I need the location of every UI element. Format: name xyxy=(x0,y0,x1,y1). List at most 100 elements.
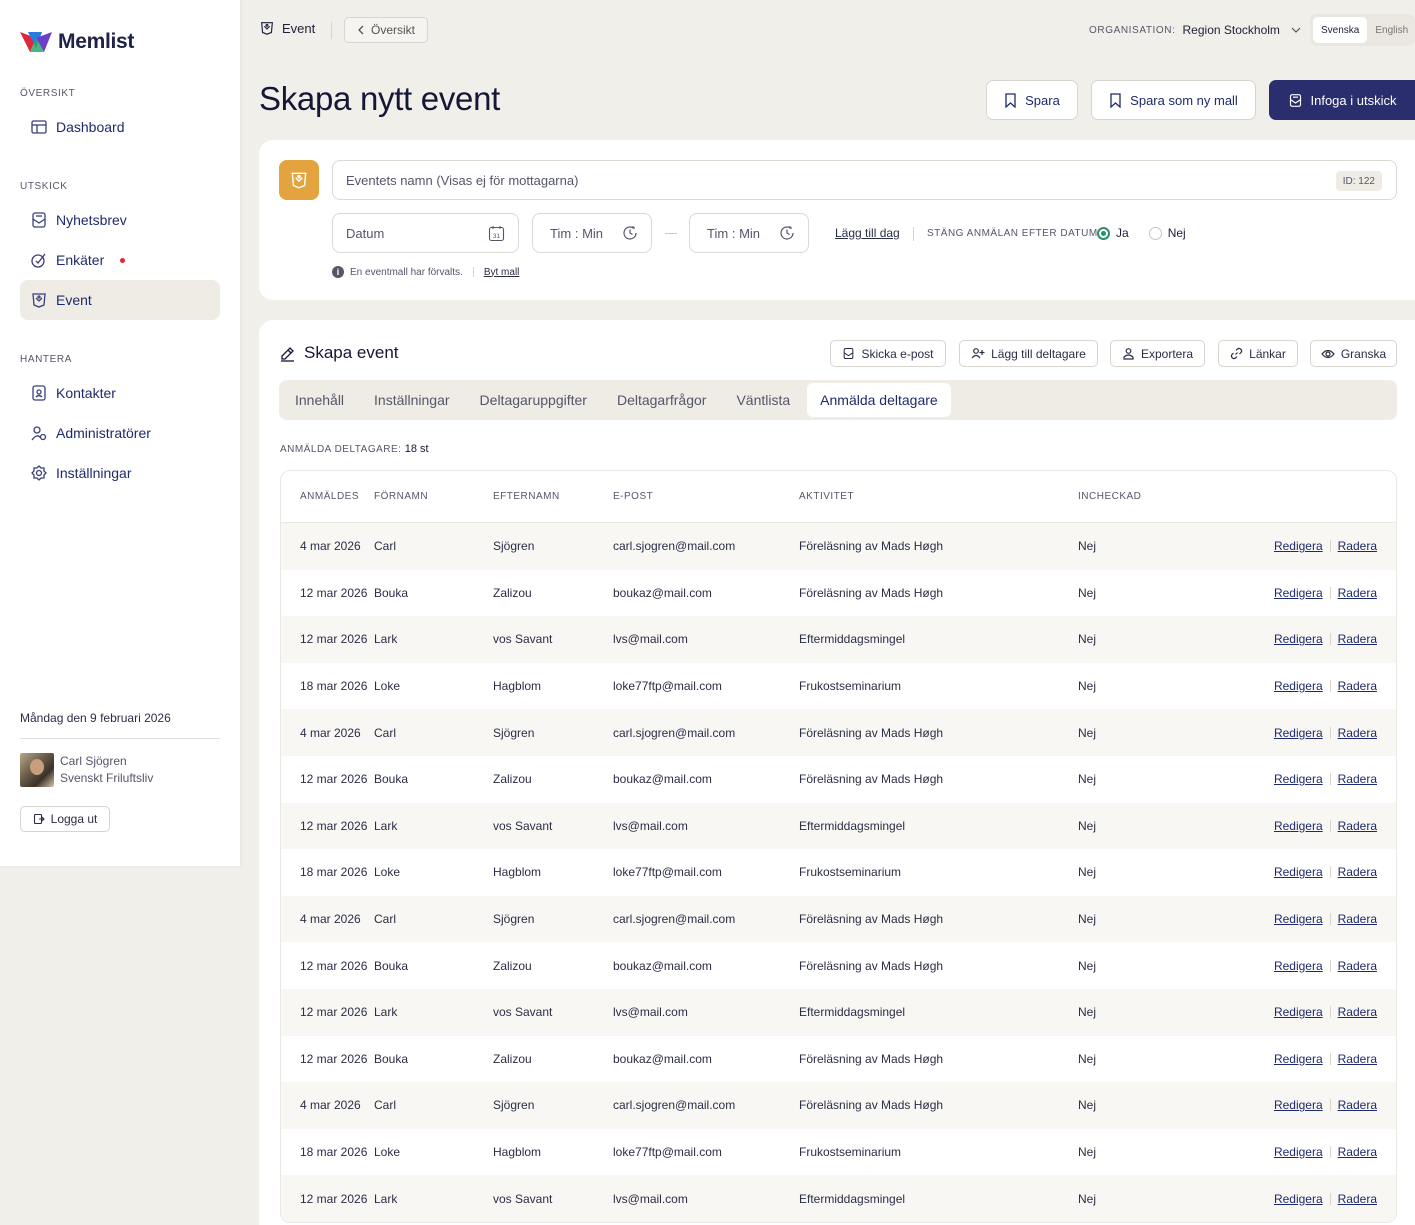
field-separator xyxy=(913,227,914,241)
edit-link[interactable]: Redigera xyxy=(1274,1145,1323,1159)
add-participant-button[interactable]: Lägg till deltagare xyxy=(959,340,1098,367)
date-field[interactable]: Datum 31 xyxy=(332,213,519,253)
app-logo[interactable]: Memlist xyxy=(20,30,134,54)
sidebar-item-contacts[interactable]: Kontakter xyxy=(20,373,220,413)
delete-link[interactable]: Radera xyxy=(1338,912,1377,926)
tab-participant-details[interactable]: Deltagaruppgifter xyxy=(467,383,600,417)
cell-registered-date: 4 mar 2026 xyxy=(300,539,361,554)
tab-participant-questions[interactable]: Deltagarfrågor xyxy=(604,383,720,417)
export-button[interactable]: Exportera xyxy=(1110,340,1205,367)
row-actions: Redigera Radera xyxy=(1178,959,1396,973)
event-icon xyxy=(32,293,46,308)
edit-link[interactable]: Redigera xyxy=(1274,632,1323,646)
delete-link[interactable]: Radera xyxy=(1338,1052,1377,1066)
cell-last-name: Sjögren xyxy=(493,912,535,927)
delete-link[interactable]: Radera xyxy=(1338,959,1377,973)
cell-checked-in: Nej xyxy=(1078,539,1097,554)
add-day-link[interactable]: Lägg till dag xyxy=(835,226,900,240)
logout-label: Logga ut xyxy=(50,812,98,826)
cell-first-name: Loke xyxy=(374,679,401,694)
insert-into-mailing-button[interactable]: Infoga i utskick xyxy=(1269,80,1415,120)
edit-link[interactable]: Redigera xyxy=(1274,1098,1323,1112)
delete-link[interactable]: Radera xyxy=(1338,1192,1377,1206)
tab-waitlist[interactable]: Väntlista xyxy=(723,383,803,417)
radio-no[interactable] xyxy=(1148,226,1162,240)
info-separator xyxy=(472,267,474,277)
breadcrumb-label: Event xyxy=(282,20,316,36)
save-button[interactable]: Spara xyxy=(986,80,1078,120)
lang-svenska[interactable]: Svenska xyxy=(1313,17,1368,43)
start-time-field[interactable]: Tim : Min xyxy=(532,213,652,253)
date-placeholder: Datum xyxy=(346,225,385,241)
save-template-label: Spara som ny mall xyxy=(1130,92,1238,108)
column-header-checked-in[interactable]: INCHECKAD xyxy=(1078,491,1178,502)
cell-last-name: Hagblom xyxy=(493,1145,542,1160)
event-icon xyxy=(261,22,273,35)
logout-button[interactable]: Logga ut xyxy=(20,806,110,832)
edit-link[interactable]: Redigera xyxy=(1274,819,1323,833)
delete-link[interactable]: Radera xyxy=(1338,632,1377,646)
edit-link[interactable]: Redigera xyxy=(1274,726,1323,740)
organization-selector[interactable]: ORGANISATION: Region Stockholm xyxy=(1089,23,1301,37)
edit-link[interactable]: Redigera xyxy=(1274,1005,1323,1019)
sidebar-item-admins[interactable]: Administratörer xyxy=(20,413,220,453)
radio-yes[interactable] xyxy=(1097,226,1110,240)
participant-count-label: ANMÄLDA DELTAGARE: xyxy=(280,444,402,455)
tab-settings[interactable]: Inställningar xyxy=(361,383,463,417)
delete-link[interactable]: Radera xyxy=(1338,539,1377,553)
review-button[interactable]: Granska xyxy=(1310,340,1397,367)
column-header-last-name[interactable]: EFTERNAMN xyxy=(493,491,613,502)
sidebar-item-newsletter[interactable]: Nyhetsbrev xyxy=(20,200,220,240)
edit-link[interactable]: Redigera xyxy=(1274,772,1323,786)
lang-english[interactable]: English xyxy=(1367,17,1415,43)
links-button[interactable]: Länkar xyxy=(1218,340,1298,367)
edit-link[interactable]: Redigera xyxy=(1274,1052,1323,1066)
sidebar-item-surveys[interactable]: Enkäter xyxy=(20,240,220,280)
column-header-activity[interactable]: AKTIVITET xyxy=(799,491,1078,502)
delete-link[interactable]: Radera xyxy=(1338,772,1377,786)
delete-link[interactable]: Radera xyxy=(1338,1145,1377,1159)
tab-content[interactable]: Innehåll xyxy=(282,383,357,417)
back-to-overview-button[interactable]: Översikt xyxy=(344,17,428,43)
send-email-label: Skicka e-post xyxy=(861,346,934,361)
cell-first-name: Bouka xyxy=(374,958,409,973)
cell-last-name: vos Savant xyxy=(493,1005,553,1020)
sidebar-item-settings[interactable]: Inställningar xyxy=(20,453,220,493)
event-name-input[interactable]: Eventets namn (Visas ej för mottagarna) … xyxy=(332,160,1397,200)
delete-link[interactable]: Radera xyxy=(1338,1005,1377,1019)
sidebar-item-dashboard[interactable]: Dashboard xyxy=(20,107,220,147)
edit-link[interactable]: Redigera xyxy=(1274,865,1323,879)
event-editor-card: Skapa event Skicka e-post Lägg till delt… xyxy=(259,320,1415,1225)
delete-link[interactable]: Radera xyxy=(1338,819,1377,833)
edit-link[interactable]: Redigera xyxy=(1274,586,1323,600)
delete-link[interactable]: Radera xyxy=(1338,1098,1377,1112)
delete-link[interactable]: Radera xyxy=(1338,865,1377,879)
edit-link[interactable]: Redigera xyxy=(1274,1192,1323,1206)
calendar-icon: 31 xyxy=(488,225,505,241)
action-separator xyxy=(1329,633,1331,646)
send-email-button[interactable]: Skicka e-post xyxy=(830,340,946,367)
edit-link[interactable]: Redigera xyxy=(1274,912,1323,926)
column-header-first-name[interactable]: FÖRNAMN xyxy=(374,491,493,502)
save-as-template-button[interactable]: Spara som ny mall xyxy=(1091,80,1256,120)
sidebar-item-event[interactable]: Event xyxy=(20,280,220,320)
tab-registered-participants[interactable]: Anmälda deltagare xyxy=(807,383,951,417)
delete-link[interactable]: Radera xyxy=(1338,679,1377,693)
edit-link[interactable]: Redigera xyxy=(1274,539,1323,553)
edit-link[interactable]: Redigera xyxy=(1274,959,1323,973)
org-label: ORGANISATION: xyxy=(1089,24,1176,36)
change-template-link[interactable]: Byt mall xyxy=(484,267,520,278)
app-name: Memlist xyxy=(58,30,135,53)
cell-activity: Föreläsning av Mads Høgh xyxy=(799,912,944,927)
cell-checked-in: Nej xyxy=(1078,818,1097,833)
column-header-registered[interactable]: ANMÄLDES xyxy=(281,491,374,502)
cell-email: lvs@mail.com xyxy=(613,818,688,833)
row-actions: Redigera Radera xyxy=(1178,912,1396,926)
delete-link[interactable]: Radera xyxy=(1338,726,1377,740)
cell-last-name: Zalizou xyxy=(493,958,532,973)
user-profile[interactable]: Carl Sjögren Svenskt Friluftsliv xyxy=(20,753,153,787)
delete-link[interactable]: Radera xyxy=(1338,586,1377,600)
column-header-email[interactable]: E-POST xyxy=(613,491,799,502)
edit-link[interactable]: Redigera xyxy=(1274,679,1323,693)
end-time-field[interactable]: Tim : Min xyxy=(689,213,809,253)
